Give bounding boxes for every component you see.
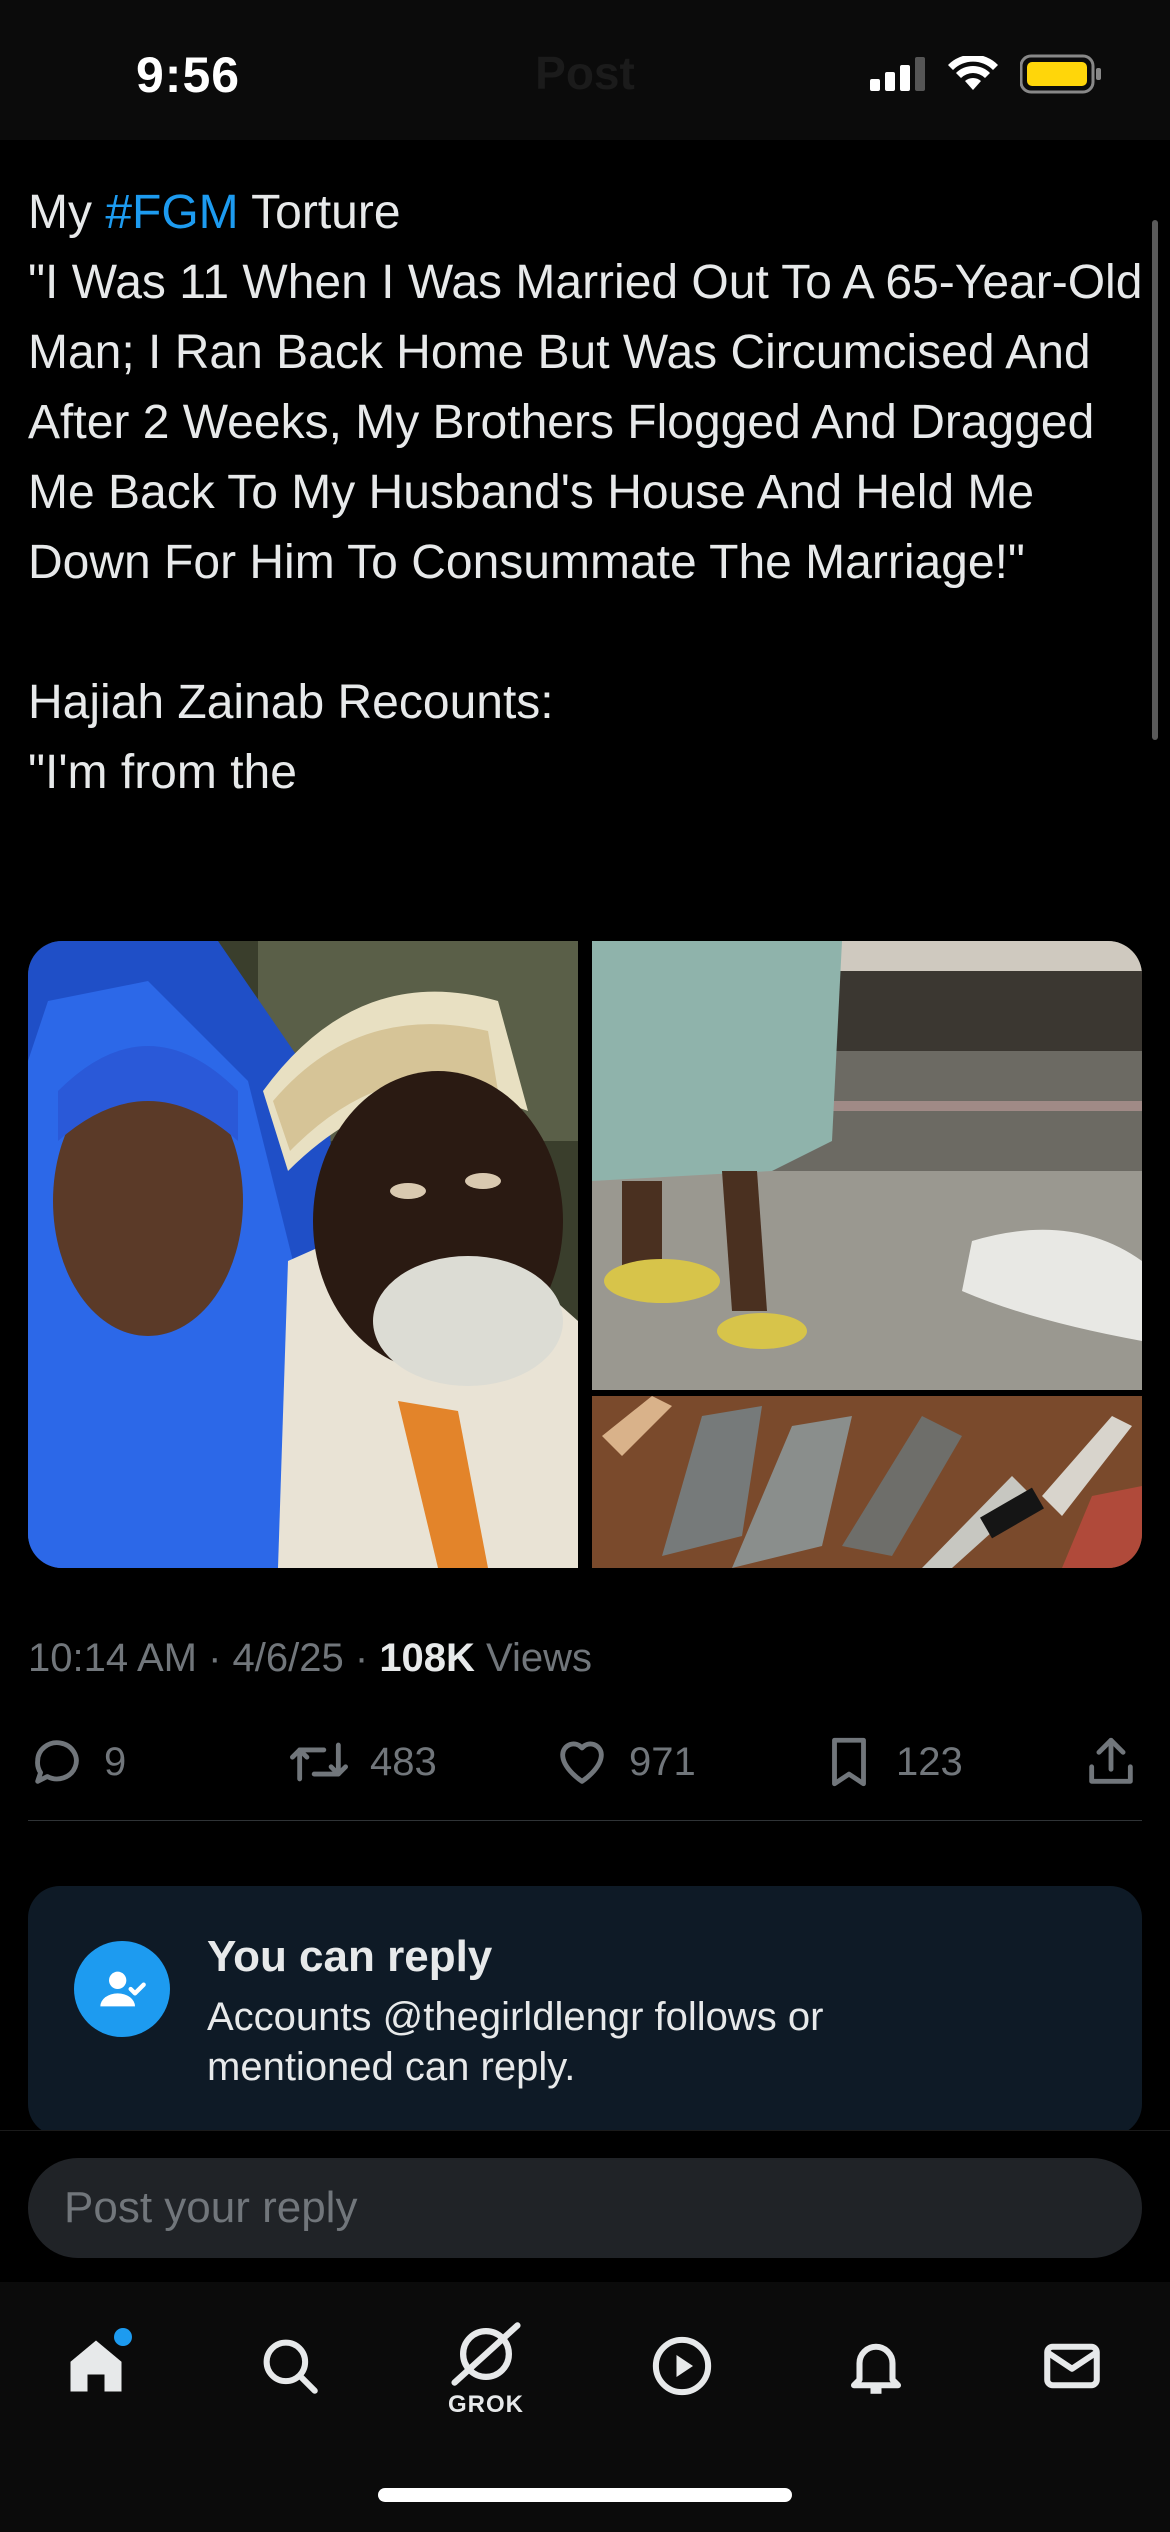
media-image-couple[interactable]	[28, 941, 578, 1568]
signal-icon	[870, 57, 926, 96]
user-check-icon	[74, 1941, 170, 2037]
repost-button[interactable]: 483	[286, 1733, 437, 1791]
reply-input[interactable]	[28, 2158, 1142, 2258]
bookmark-count: 123	[896, 1739, 963, 1784]
divider	[28, 1820, 1142, 1821]
repost-icon	[286, 1733, 352, 1791]
video-icon	[649, 2333, 715, 2404]
post-meta: 10:14 AM · 4/6/25 · 108K Views	[28, 1636, 592, 1681]
post-actions: 9 483 971 123	[28, 1733, 1142, 1803]
share-button[interactable]	[1082, 1733, 1140, 1791]
home-indicator[interactable]	[378, 2488, 792, 2502]
heart-icon	[553, 1733, 611, 1791]
messages-icon	[1039, 2333, 1105, 2404]
media-image-feet[interactable]	[592, 941, 1142, 1390]
status-time: 9:56	[136, 47, 241, 103]
tab-search[interactable]	[230, 2308, 350, 2428]
tab-home[interactable]	[36, 2308, 156, 2428]
post-text-prefix: My	[28, 186, 106, 239]
reply-icon	[28, 1733, 86, 1791]
views-count: 108K	[379, 1636, 475, 1680]
battery-icon	[1019, 54, 1102, 99]
notifications-icon	[843, 2333, 909, 2404]
repost-count: 483	[370, 1739, 437, 1784]
bookmark-icon	[820, 1733, 878, 1791]
status-icons	[870, 54, 1102, 99]
like-button[interactable]: 971	[553, 1733, 696, 1791]
grok-icon	[446, 2318, 526, 2395]
hashtag-link[interactable]: #FGM	[105, 186, 238, 239]
bottom-tab-bar: GROK	[0, 2282, 1170, 2532]
search-icon	[257, 2333, 323, 2404]
tab-grok[interactable]: GROK	[426, 2308, 546, 2428]
status-bar: Post 9:56	[0, 0, 1170, 140]
views-label: Views	[474, 1636, 593, 1680]
tab-video[interactable]	[622, 2308, 742, 2428]
grok-label: GROK	[448, 2390, 524, 2418]
post-media-grid	[28, 941, 1142, 1568]
tab-messages[interactable]	[1012, 2308, 1132, 2428]
tab-notifications[interactable]	[816, 2308, 936, 2428]
reply-restriction-title: You can reply	[207, 1932, 493, 1981]
reply-restriction-card: You can reply Accounts @thegirldlengr fo…	[28, 1886, 1142, 2136]
share-icon	[1082, 1733, 1140, 1791]
media-image-blades[interactable]	[592, 1396, 1142, 1568]
reply-count: 9	[104, 1739, 127, 1784]
post-text-body: Torture "I Was 11 When I Was Married Out…	[28, 186, 1143, 799]
post-text: My #FGM Torture "I Was 11 When I Was Mar…	[28, 178, 1148, 808]
bookmark-button[interactable]: 123	[820, 1733, 963, 1791]
reply-button[interactable]: 9	[28, 1733, 126, 1791]
post-timestamp: 10:14 AM · 4/6/25 ·	[28, 1636, 380, 1680]
reply-restriction-description: Accounts @thegirldlengr follows or menti…	[207, 1995, 824, 2089]
like-count: 971	[629, 1739, 696, 1784]
home-notification-dot	[114, 2328, 132, 2346]
wifi-icon	[948, 54, 998, 97]
